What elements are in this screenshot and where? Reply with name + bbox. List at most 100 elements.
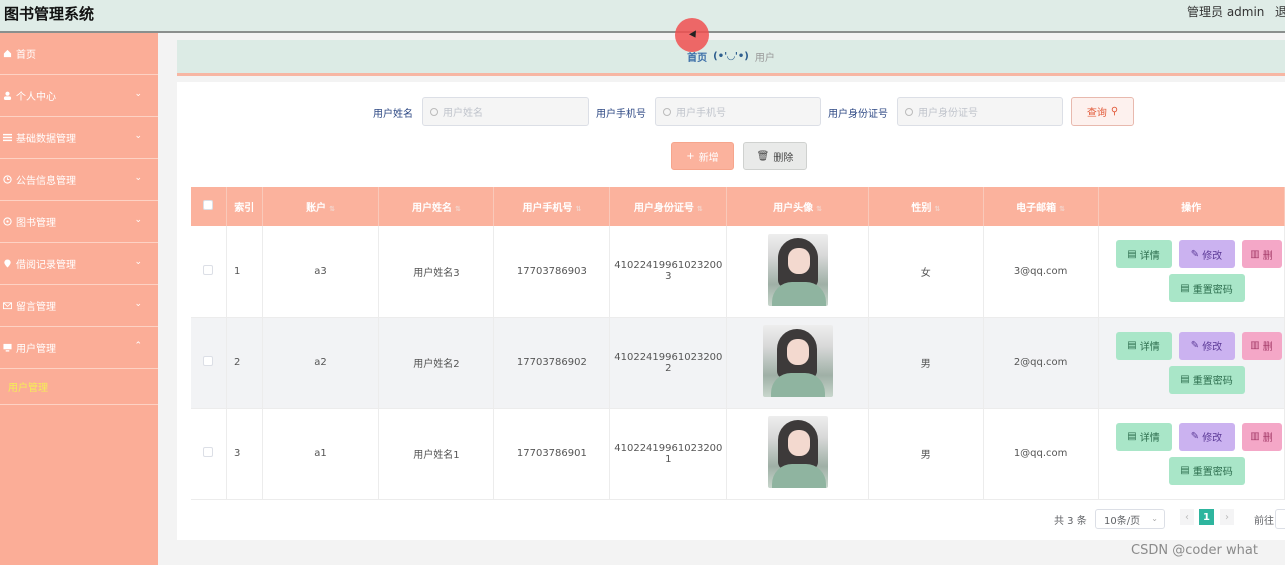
- sort-icon[interactable]: ⇅: [575, 205, 581, 213]
- add-button[interactable]: + 新增: [671, 142, 734, 170]
- cell-idcard: 41022419961023200 2: [609, 317, 728, 409]
- chevron-down-icon: ⌄: [134, 89, 142, 99]
- detail-button[interactable]: ▤ 详情: [1115, 422, 1172, 451]
- user-icon: [2, 91, 12, 101]
- column-header-avatar[interactable]: 用户头像 ⇅: [726, 187, 869, 226]
- column-header-gender[interactable]: 性别 ⇅: [868, 187, 984, 226]
- sidebar-item-basic-data[interactable]: 基础数据管理 ⌄: [0, 117, 158, 159]
- sidebar-item-messages[interactable]: 留言管理 ⌄: [0, 285, 158, 327]
- row-delete-button[interactable]: ▥ 删: [1241, 240, 1282, 268]
- table-header-row: 索引 账户 ⇅ 用户姓名 ⇅ 用户手机号 ⇅ 用户身份证号 ⇅ 用户头像 ⇅ 性别 ⇅ 电子…: [191, 187, 1285, 226]
- row-checkbox[interactable]: [203, 447, 214, 457]
- column-header-name[interactable]: 用户姓名 ⇅: [378, 187, 495, 226]
- goto-page-input[interactable]: [1275, 509, 1285, 529]
- prev-page-button[interactable]: ‹: [1180, 509, 1194, 525]
- table-row: 1 a3 用户姓名3 17703786903 41022419961023200…: [191, 226, 1285, 318]
- sidebar-item-profile[interactable]: 个人中心 ⌄: [0, 75, 158, 117]
- search-input-phone[interactable]: 用户手机号: [655, 97, 821, 126]
- pencil-icon: ✎: [1190, 431, 1200, 442]
- cell-name: 用户姓名2: [378, 317, 495, 409]
- avatar[interactable]: [767, 233, 828, 306]
- top-header: 图书管理系统 管理员 admin 退: [0, 0, 1285, 33]
- sidebar-item-label: 图书管理: [16, 218, 56, 229]
- page-number-current[interactable]: 1: [1199, 509, 1214, 525]
- cell-index: 2: [226, 317, 263, 409]
- sort-icon[interactable]: ⇅: [934, 205, 940, 213]
- page-size-select[interactable]: 10条/页 ⌄: [1095, 509, 1165, 529]
- user-table: 索引 账户 ⇅ 用户姓名 ⇅ 用户手机号 ⇅ 用户身份证号 ⇅ 用户头像 ⇅ 性别 ⇅ 电子…: [191, 187, 1285, 500]
- cell-actions: ▤ 详情 ✎ 修改 ▥ 删 ▤ 重置密码: [1098, 317, 1285, 409]
- search-input-name[interactable]: 用户姓名: [422, 97, 589, 126]
- row-checkbox-cell[interactable]: [191, 408, 227, 500]
- search-placeholder: 用户身份证号: [918, 108, 978, 119]
- sidebar-item-users[interactable]: 用户管理 ⌃: [0, 327, 158, 369]
- sidebar-item-home[interactable]: 首页: [0, 33, 158, 75]
- row-checkbox-cell[interactable]: [191, 317, 227, 409]
- column-header-actions: 操作: [1098, 187, 1285, 226]
- select-all-checkbox-cell[interactable]: [191, 187, 227, 226]
- edit-button[interactable]: ✎ 修改: [1178, 240, 1235, 268]
- sort-icon[interactable]: ⇅: [455, 205, 461, 213]
- row-delete-button[interactable]: ▥ 删: [1241, 422, 1282, 451]
- chevron-down-icon: ⌄: [134, 215, 142, 225]
- sidebar-item-label: 留言管理: [16, 302, 56, 313]
- cell-index: 3: [226, 408, 263, 500]
- add-label: 新增: [698, 152, 719, 164]
- cell-name: 用户姓名1: [378, 408, 495, 500]
- sort-icon[interactable]: ⇅: [816, 205, 822, 213]
- search-label-phone: 用户手机号: [596, 109, 646, 120]
- sidebar-subitem-user-management[interactable]: 用户管理: [0, 369, 158, 405]
- cell-actions: ▤ 详情 ✎ 修改 ▥ 删 ▤ 重置密码: [1098, 408, 1285, 500]
- breadcrumb-current: 用户: [754, 53, 775, 64]
- sidebar-item-notice[interactable]: 公告信息管理 ⌄: [0, 159, 158, 201]
- sort-icon[interactable]: ⇅: [1059, 205, 1065, 213]
- row-delete-button[interactable]: ▥ 删: [1241, 331, 1282, 360]
- next-page-button[interactable]: ›: [1220, 509, 1234, 525]
- admin-user-label[interactable]: 管理员 admin: [1187, 3, 1264, 20]
- logout-link[interactable]: 退: [1275, 3, 1285, 20]
- column-header-idcard[interactable]: 用户身份证号 ⇅: [609, 187, 728, 226]
- detail-button[interactable]: ▤ 详情: [1115, 331, 1172, 360]
- row-checkbox[interactable]: [203, 264, 214, 275]
- row-checkbox-cell[interactable]: [191, 226, 227, 318]
- avatar[interactable]: [762, 325, 833, 397]
- cell-email: 2@qq.com: [983, 317, 1099, 409]
- row-checkbox[interactable]: [203, 356, 214, 366]
- chevron-down-icon: ⌄: [134, 131, 142, 141]
- column-header-email[interactable]: 电子邮箱 ⇅: [983, 187, 1099, 226]
- search-label-name: 用户姓名: [373, 109, 413, 120]
- document-icon: ▤: [1180, 282, 1190, 294]
- search-placeholder: 用户姓名: [443, 108, 483, 119]
- document-icon: ▤: [1127, 248, 1137, 260]
- sidebar-item-books[interactable]: 图书管理 ⌄: [0, 201, 158, 243]
- avatar[interactable]: [767, 416, 828, 488]
- reset-password-button[interactable]: ▤ 重置密码: [1168, 274, 1245, 302]
- cell-avatar: [726, 317, 869, 409]
- query-button[interactable]: 查询 ⚲: [1071, 97, 1134, 126]
- sort-icon[interactable]: ⇅: [697, 205, 703, 213]
- clock-icon: [2, 175, 12, 185]
- select-all-checkbox[interactable]: [203, 200, 214, 210]
- reset-password-button[interactable]: ▤ 重置密码: [1168, 365, 1245, 394]
- chevron-up-icon: ⌃: [134, 341, 142, 351]
- column-header-phone[interactable]: 用户手机号 ⇅: [493, 187, 611, 226]
- chevron-down-icon: ⌄: [1151, 514, 1158, 523]
- book-icon: [2, 217, 12, 227]
- search-input-idcard[interactable]: 用户身份证号: [897, 97, 1063, 126]
- location-icon: [2, 259, 12, 269]
- plus-icon: +: [686, 150, 695, 162]
- reset-password-button[interactable]: ▤ 重置密码: [1168, 456, 1245, 485]
- sidebar-item-borrow[interactable]: 借阅记录管理 ⌄: [0, 243, 158, 285]
- list-icon: [2, 133, 12, 143]
- detail-button[interactable]: ▤ 详情: [1115, 240, 1172, 268]
- column-header-account[interactable]: 账户 ⇅: [262, 187, 380, 226]
- chevron-right-icon: ›: [1225, 511, 1229, 523]
- home-icon: [2, 49, 12, 59]
- cell-idcard: 41022419961023200 1: [609, 408, 728, 500]
- pagination-total: 共 3 条: [1054, 516, 1087, 527]
- edit-button[interactable]: ✎ 修改: [1178, 331, 1235, 360]
- cell-name: 用户姓名3: [378, 226, 495, 318]
- sort-icon[interactable]: ⇅: [329, 205, 335, 213]
- edit-button[interactable]: ✎ 修改: [1178, 422, 1235, 451]
- delete-button[interactable]: 🗑 删除: [743, 142, 807, 170]
